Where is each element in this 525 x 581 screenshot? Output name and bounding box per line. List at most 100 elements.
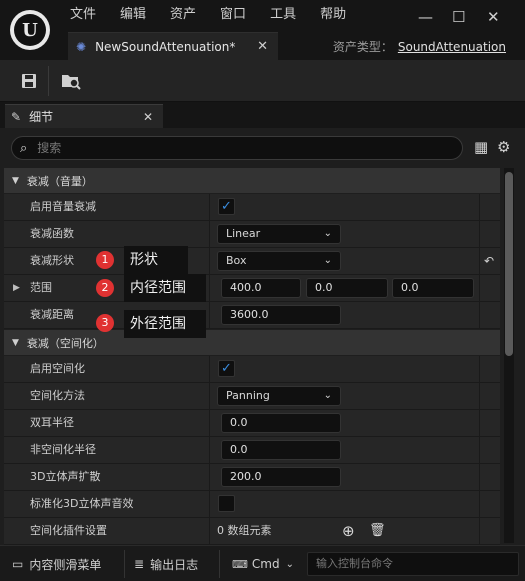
row-label: 双耳半径 [30, 416, 74, 429]
close-tab-icon[interactable]: ✕ [257, 39, 268, 54]
row-label: 标准化3D立体声音效 [30, 497, 134, 510]
attenuation-shape-dropdown[interactable]: Box ⌄ [217, 251, 341, 271]
cmd-dropdown[interactable]: ⌨ Cmd ⌄ [232, 546, 294, 581]
pencil-icon: ✎ [11, 109, 22, 124]
row-label: 启用音量衰减 [30, 200, 96, 213]
menu-asset[interactable]: 资产 [170, 6, 196, 24]
row-divider [209, 221, 210, 247]
spatialization-method-dropdown[interactable]: Panning ⌄ [217, 386, 341, 406]
row-falloff-distance: 衰减距离 3600.0 [4, 302, 500, 329]
output-log-button[interactable]: ≣ 输出日志 [134, 546, 198, 581]
row-divider [209, 302, 210, 328]
row-divider [479, 275, 480, 301]
stereo-spread-field[interactable]: 200.0 [221, 467, 341, 487]
content-drawer-icon: ▭ [12, 557, 24, 571]
row-divider [479, 302, 480, 328]
dropdown-value: Box [226, 254, 247, 267]
content-drawer-label: 内容侧滑菜单 [29, 557, 102, 572]
table-view-icon[interactable]: ▦ [474, 138, 488, 156]
section-title: 衰减（音量） [26, 174, 93, 188]
output-log-label: 输出日志 [150, 557, 199, 572]
asset-type-link[interactable]: SoundAttenuation [398, 40, 506, 54]
array-count: 0 数组元素 [217, 524, 272, 537]
row-label: 衰减距离 [30, 308, 74, 321]
asset-tab-label: NewSoundAttenuation* [95, 39, 236, 54]
row-label: 衰减形状 [30, 254, 74, 267]
row-label: 衰减函数 [30, 227, 74, 240]
row-divider [479, 194, 480, 220]
settings-gear-icon[interactable]: ⚙ [497, 138, 510, 156]
unreal-logo[interactable]: U [10, 10, 50, 50]
section-spatialization[interactable]: ▼ 衰减（空间化） [4, 330, 500, 355]
toolbar-divider [48, 66, 49, 96]
reset-to-default-icon[interactable]: ↶ [484, 248, 494, 274]
menu-help[interactable]: 帮助 [320, 6, 346, 24]
binaural-radius-field[interactable]: 0.0 [221, 413, 341, 433]
save-icon[interactable] [16, 68, 42, 94]
search-input[interactable] [37, 141, 418, 155]
status-divider [124, 550, 125, 578]
row-label: 非空间化半径 [30, 443, 96, 456]
extents-z-field[interactable]: 0.0 [392, 278, 474, 298]
output-log-icon: ≣ [134, 557, 145, 571]
row-label: 范围 [30, 281, 52, 294]
details-panel: ⌕ ▦ ⚙ ▼ 衰减（音量） 启用音量衰减 ✓ 衰减函数 Linear ⌄ 衰减… [0, 128, 525, 545]
console-command-input[interactable] [308, 553, 508, 575]
main-menu: 文件 编辑 资产 窗口 工具 帮助 [70, 6, 370, 24]
falloff-distance-field[interactable]: 3600.0 [221, 305, 341, 325]
add-element-icon[interactable]: ⊕ [342, 518, 355, 544]
normalize-3d-stereo-checkbox[interactable] [218, 495, 235, 512]
close-details-icon[interactable]: ✕ [143, 110, 153, 124]
toolbar [0, 60, 525, 102]
row-label: 3D立体声扩散 [30, 470, 101, 483]
enable-spatialization-checkbox[interactable]: ✓ [218, 360, 235, 377]
attenuation-function-dropdown[interactable]: Linear ⌄ [217, 224, 341, 244]
callout-text: 外径范围 [130, 316, 186, 332]
row-stereo-spread: 3D立体声扩散 200.0 [4, 464, 500, 491]
extents-x-field[interactable]: 400.0 [221, 278, 301, 298]
row-enable-spatialization: 启用空间化 ✓ [4, 356, 500, 383]
chevron-down-icon: ⌄ [323, 255, 332, 266]
dropdown-value: Linear [226, 227, 261, 240]
callout-outer-radius: 外径范围 [124, 310, 206, 338]
section-volume-attenuation[interactable]: ▼ 衰减（音量） [4, 168, 500, 193]
details-tab-label: 细节 [29, 110, 54, 124]
menu-file[interactable]: 文件 [70, 6, 96, 24]
enable-volume-attenuation-checkbox[interactable]: ✓ [218, 198, 235, 215]
browse-asset-icon[interactable] [58, 68, 84, 94]
maximize-icon[interactable]: ☐ [452, 8, 465, 26]
status-divider [219, 550, 220, 578]
close-window-icon[interactable]: ✕ [487, 8, 500, 26]
chevron-down-icon: ▼ [12, 175, 19, 186]
callout-shape: 形状 [124, 246, 188, 274]
row-divider [209, 437, 210, 463]
details-tab[interactable]: ✎ 细节 ✕ [5, 104, 163, 128]
callout-badge: 2 [96, 279, 114, 297]
row-enable-volume-attenuation: 启用音量衰减 ✓ [4, 194, 500, 221]
row-divider [479, 221, 480, 247]
search-box[interactable]: ⌕ [11, 136, 463, 160]
row-label: 空间化方法 [30, 389, 85, 402]
terminal-icon: ⌨ [232, 557, 248, 571]
trash-icon[interactable]: 🗑 [369, 518, 386, 544]
row-divider [479, 464, 480, 490]
status-bar: ▭ 内容侧滑菜单 ≣ 输出日志 ⌨ Cmd ⌄ [0, 545, 525, 581]
asset-tab[interactable]: ✺ NewSoundAttenuation* ✕ [68, 32, 278, 60]
cmd-label: Cmd [251, 557, 280, 571]
vertical-scrollbar[interactable] [504, 168, 514, 543]
menu-tools[interactable]: 工具 [270, 6, 296, 24]
console-command-box[interactable] [307, 552, 519, 576]
non-spatialized-radius-field[interactable]: 0.0 [221, 440, 341, 460]
chevron-right-icon[interactable]: ▶ [13, 275, 20, 301]
dropdown-value: Panning [226, 389, 270, 402]
extents-y-field[interactable]: 0.0 [306, 278, 388, 298]
menu-window[interactable]: 窗口 [220, 6, 246, 24]
content-drawer-button[interactable]: ▭ 内容侧滑菜单 [12, 546, 101, 581]
callout-badge: 3 [96, 314, 114, 332]
row-divider [209, 491, 210, 517]
menu-edit[interactable]: 编辑 [120, 6, 146, 24]
scrollbar-thumb[interactable] [505, 172, 513, 356]
minimize-icon[interactable]: — [418, 8, 433, 26]
row-extents: ▶ 范围 400.0 0.0 0.0 [4, 275, 500, 302]
chevron-down-icon: ⌄ [323, 390, 332, 401]
